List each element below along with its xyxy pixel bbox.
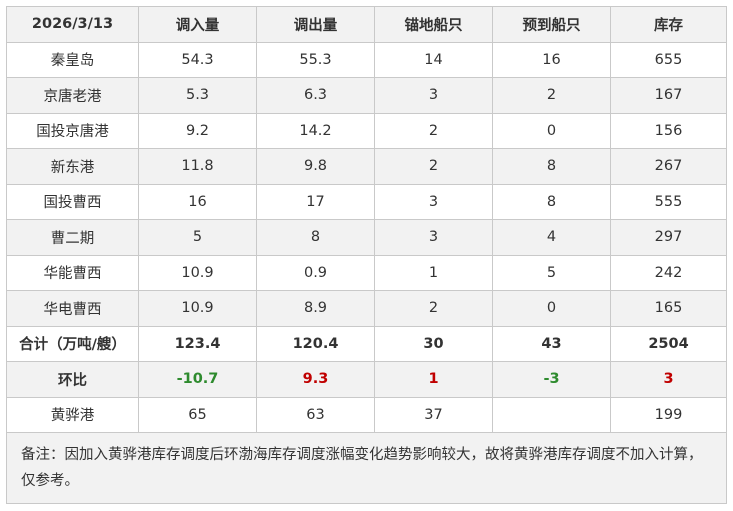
anchored-cell: 3 bbox=[374, 77, 493, 114]
outflow-cell: 14.2 bbox=[256, 112, 375, 149]
outflow-cell: 6.3 bbox=[256, 77, 375, 114]
inventory-cell: 267 bbox=[610, 148, 727, 185]
header-expected-ships: 预到船只 bbox=[492, 6, 611, 43]
total-expected: 43 bbox=[492, 325, 611, 362]
port-name: 华能曹西 bbox=[6, 254, 139, 291]
ratio-label: 环比 bbox=[6, 361, 139, 398]
ratio-expected: -3 bbox=[492, 361, 611, 398]
inflow-cell: 16 bbox=[138, 183, 257, 220]
table-row: 国投曹西 16 17 3 8 555 bbox=[6, 183, 727, 220]
table-row: 京唐老港 5.3 6.3 3 2 167 bbox=[6, 77, 727, 114]
note-text: 备注：因加入黄骅港库存调度后环渤海库存调度涨幅变化趋势影响较大，故将黄骅港库存调… bbox=[6, 432, 727, 504]
expected-cell: 8 bbox=[492, 148, 611, 185]
table-row: 曹二期 5 8 3 4 297 bbox=[6, 219, 727, 256]
anchored-cell: 2 bbox=[374, 290, 493, 327]
table-row: 国投京唐港 9.2 14.2 2 0 156 bbox=[6, 112, 727, 149]
anchored-cell: 1 bbox=[374, 254, 493, 291]
outflow-cell: 0.9 bbox=[256, 254, 375, 291]
outflow-cell: 17 bbox=[256, 183, 375, 220]
total-label: 合计（万吨/艘） bbox=[6, 325, 139, 362]
outflow-cell: 55.3 bbox=[256, 41, 375, 78]
header-date: 2026/3/13 bbox=[6, 6, 139, 43]
outflow-cell: 9.8 bbox=[256, 148, 375, 185]
inventory-cell: 199 bbox=[610, 396, 727, 433]
ratio-row: 环比 -10.7 9.3 1 -3 3 bbox=[6, 361, 727, 398]
outflow-cell: 8.9 bbox=[256, 290, 375, 327]
port-name: 曹二期 bbox=[6, 219, 139, 256]
huanghua-row: 黄骅港 65 63 37 199 bbox=[6, 396, 727, 433]
outflow-cell: 8 bbox=[256, 219, 375, 256]
ratio-outflow: 9.3 bbox=[256, 361, 375, 398]
anchored-cell: 2 bbox=[374, 112, 493, 149]
expected-cell: 0 bbox=[492, 112, 611, 149]
expected-cell: 0 bbox=[492, 290, 611, 327]
note-row: 备注：因加入黄骅港库存调度后环渤海库存调度涨幅变化趋势影响较大，故将黄骅港库存调… bbox=[6, 432, 727, 504]
table-header: 2026/3/13 调入量 调出量 锚地船只 预到船只 库存 bbox=[6, 6, 727, 43]
ratio-anchored: 1 bbox=[374, 361, 493, 398]
inflow-cell: 10.9 bbox=[138, 254, 257, 291]
expected-cell: 2 bbox=[492, 77, 611, 114]
inflow-cell: 5 bbox=[138, 219, 257, 256]
anchored-cell: 2 bbox=[374, 148, 493, 185]
total-row: 合计（万吨/艘） 123.4 120.4 30 43 2504 bbox=[6, 325, 727, 362]
table-row: 华电曹西 10.9 8.9 2 0 165 bbox=[6, 290, 727, 327]
port-name: 京唐老港 bbox=[6, 77, 139, 114]
inflow-cell: 5.3 bbox=[138, 77, 257, 114]
total-inventory: 2504 bbox=[610, 325, 727, 362]
header-outflow: 调出量 bbox=[256, 6, 375, 43]
table-container: 2026/3/13 调入量 调出量 锚地船只 预到船只 库存 秦皇岛 54.3 … bbox=[6, 6, 727, 504]
anchored-cell: 3 bbox=[374, 219, 493, 256]
port-name: 秦皇岛 bbox=[6, 41, 139, 78]
header-inflow: 调入量 bbox=[138, 6, 257, 43]
total-outflow: 120.4 bbox=[256, 325, 375, 362]
expected-cell: 5 bbox=[492, 254, 611, 291]
inflow-cell: 9.2 bbox=[138, 112, 257, 149]
inventory-cell: 167 bbox=[610, 77, 727, 114]
inventory-cell: 165 bbox=[610, 290, 727, 327]
total-anchored: 30 bbox=[374, 325, 493, 362]
inflow-cell: 10.9 bbox=[138, 290, 257, 327]
anchored-cell: 37 bbox=[374, 396, 493, 433]
inventory-cell: 156 bbox=[610, 112, 727, 149]
outflow-cell: 63 bbox=[256, 396, 375, 433]
header-anchored-ships: 锚地船只 bbox=[374, 6, 493, 43]
port-name: 国投曹西 bbox=[6, 183, 139, 220]
table-row: 华能曹西 10.9 0.9 1 5 242 bbox=[6, 254, 727, 291]
port-name: 国投京唐港 bbox=[6, 112, 139, 149]
inflow-cell: 54.3 bbox=[138, 41, 257, 78]
ratio-inflow: -10.7 bbox=[138, 361, 257, 398]
port-coal-table: 2026/3/13 调入量 调出量 锚地船只 预到船只 库存 秦皇岛 54.3 … bbox=[6, 6, 727, 504]
port-name: 黄骅港 bbox=[6, 396, 139, 433]
inventory-cell: 242 bbox=[610, 254, 727, 291]
total-inflow: 123.4 bbox=[138, 325, 257, 362]
anchored-cell: 14 bbox=[374, 41, 493, 78]
table-row: 新东港 11.8 9.8 2 8 267 bbox=[6, 148, 727, 185]
expected-cell bbox=[492, 396, 611, 433]
port-name: 华电曹西 bbox=[6, 290, 139, 327]
expected-cell: 16 bbox=[492, 41, 611, 78]
inflow-cell: 11.8 bbox=[138, 148, 257, 185]
expected-cell: 4 bbox=[492, 219, 611, 256]
header-inventory: 库存 bbox=[610, 6, 727, 43]
ratio-inventory: 3 bbox=[610, 361, 727, 398]
inventory-cell: 555 bbox=[610, 183, 727, 220]
anchored-cell: 3 bbox=[374, 183, 493, 220]
table-row: 秦皇岛 54.3 55.3 14 16 655 bbox=[6, 41, 727, 78]
expected-cell: 8 bbox=[492, 183, 611, 220]
inventory-cell: 297 bbox=[610, 219, 727, 256]
port-name: 新东港 bbox=[6, 148, 139, 185]
inflow-cell: 65 bbox=[138, 396, 257, 433]
inventory-cell: 655 bbox=[610, 41, 727, 78]
